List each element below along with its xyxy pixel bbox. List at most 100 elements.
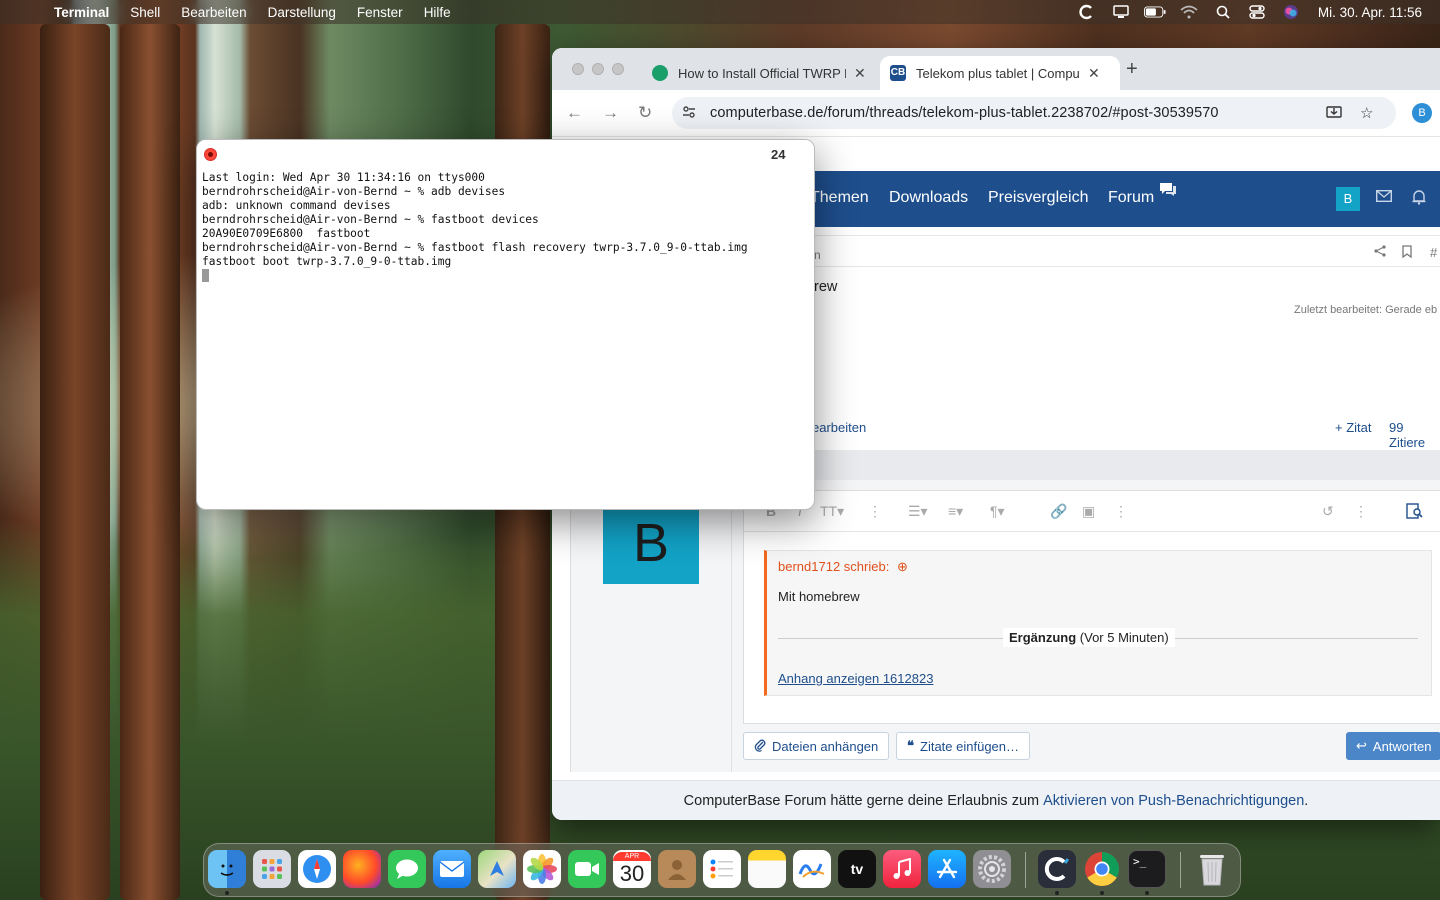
quote-author[interactable]: bernd1712 schrieb: ⊕: [778, 559, 908, 575]
facetime-icon[interactable]: [568, 850, 606, 888]
mail-app-icon[interactable]: [433, 850, 471, 888]
install-app-icon[interactable]: [1326, 104, 1342, 124]
forward-icon[interactable]: →: [602, 103, 619, 123]
attach-files-label: Dateien anhängen: [772, 738, 879, 754]
address-bar[interactable]: computerbase.de/forum/threads/telekom-pl…: [672, 97, 1396, 129]
undo-icon[interactable]: ↺: [1322, 503, 1334, 520]
profile-avatar[interactable]: B: [1412, 103, 1432, 123]
menu-bar-clock[interactable]: Mi. 30. Apr. 11:56: [1318, 5, 1422, 20]
jump-to-quote-icon[interactable]: ⊕: [897, 559, 908, 574]
photos-icon[interactable]: [523, 850, 561, 888]
notes-icon[interactable]: [748, 850, 786, 888]
system-settings-icon[interactable]: [973, 850, 1011, 888]
reply-arrow-icon: ↩: [1356, 738, 1367, 753]
menu-shell[interactable]: Shell: [130, 5, 160, 20]
nav-preisvergleich[interactable]: Preisvergleich: [988, 189, 1088, 207]
align-icon[interactable]: ≡▾: [948, 503, 963, 520]
tv-icon[interactable]: tv: [838, 850, 876, 888]
more-options-icon[interactable]: ⋮: [1354, 503, 1368, 520]
nav-forum[interactable]: Forum: [1108, 189, 1154, 207]
tab-close-icon[interactable]: ✕: [1088, 65, 1100, 82]
share-icon[interactable]: [1374, 245, 1386, 260]
battery-icon[interactable]: [1143, 4, 1166, 20]
terminal-output[interactable]: Last login: Wed Apr 30 11:34:16 on ttys0…: [202, 171, 748, 284]
bookmark-icon[interactable]: [1402, 245, 1412, 261]
spotlight-search-icon[interactable]: [1212, 4, 1234, 20]
trash-icon[interactable]: [1193, 850, 1231, 888]
edit-post-link[interactable]: earbeiten: [812, 420, 866, 435]
terminal-window[interactable]: 24 Last login: Wed Apr 30 11:34:16 on tt…: [196, 139, 815, 510]
menu-app-name[interactable]: Terminal: [54, 5, 109, 20]
terminal-icon[interactable]: >_: [1128, 850, 1166, 888]
reminders-icon[interactable]: [703, 850, 741, 888]
reply-label: Antworten: [1372, 738, 1432, 754]
wifi-icon[interactable]: [1178, 4, 1200, 20]
calendar-icon[interactable]: APR 30: [613, 850, 651, 888]
music-icon[interactable]: [883, 850, 921, 888]
control-center-icon[interactable]: [1246, 4, 1268, 20]
ccleaner-icon[interactable]: [1038, 850, 1076, 888]
menu-darstellung[interactable]: Darstellung: [268, 5, 336, 20]
menu-fenster[interactable]: Fenster: [357, 5, 403, 20]
nav-downloads[interactable]: Downloads: [889, 189, 968, 207]
firefox-icon[interactable]: [343, 850, 381, 888]
menu-bearbeiten[interactable]: Bearbeiten: [181, 5, 246, 20]
more-options-icon[interactable]: ⋮: [868, 503, 882, 520]
calendar-month: APR: [613, 851, 651, 861]
mail-icon[interactable]: [1375, 189, 1393, 205]
maps-icon[interactable]: [478, 850, 516, 888]
siri-icon[interactable]: [1280, 4, 1302, 20]
launchpad-icon[interactable]: [253, 850, 291, 888]
finder-icon[interactable]: [208, 850, 246, 888]
enable-push-link[interactable]: Aktivieren von Push-Benachrichtigungen: [1043, 793, 1304, 809]
quick-reply-block: B B I TT▾ ⋮ ☰▾ ≡▾ ¶▾ 🔗 ▣ ⋮ ↺ ⋮ bernd1712…: [570, 480, 1440, 772]
attach-files-button[interactable]: Dateien anhängen: [743, 732, 890, 760]
image-icon[interactable]: ▣: [1082, 503, 1095, 520]
text-size-icon[interactable]: TT▾: [820, 503, 844, 520]
editor-toolbar: B I TT▾ ⋮ ☰▾ ≡▾ ¶▾ 🔗 ▣ ⋮ ↺ ⋮: [744, 491, 1440, 532]
app-store-icon[interactable]: [928, 850, 966, 888]
chrome-icon[interactable]: [1083, 850, 1121, 888]
nav-themen[interactable]: Themen: [810, 189, 869, 207]
multi-quote-link[interactable]: 99 Zitiere: [1389, 420, 1440, 450]
window-minimize-button[interactable]: [592, 63, 604, 75]
safari-icon[interactable]: [298, 850, 336, 888]
browser-toolbar: ← → ↻ computerbase.de/forum/threads/tele…: [552, 90, 1440, 137]
menu-hilfe[interactable]: Hilfe: [424, 5, 451, 20]
bell-icon[interactable]: [1412, 189, 1426, 208]
post-number-icon[interactable]: #: [1430, 245, 1437, 260]
reply-button[interactable]: ↩ Antworten: [1346, 732, 1440, 760]
bookmark-star-icon[interactable]: ☆: [1360, 104, 1373, 122]
preview-icon[interactable]: [1406, 503, 1424, 522]
computerbase-favicon-icon: CB: [890, 65, 906, 81]
running-indicator: [225, 891, 229, 895]
contacts-icon[interactable]: [658, 850, 696, 888]
supplement-time: (Vor 5 Minuten): [1076, 630, 1169, 645]
link-icon[interactable]: 🔗: [1050, 503, 1067, 520]
back-icon[interactable]: ←: [566, 103, 583, 123]
terminal-line: berndrohrscheid@Air-von-Bernd ~ % adb de…: [202, 185, 506, 198]
insert-quotes-button[interactable]: ❝ Zitate einfügen…: [896, 732, 1031, 760]
attachment-link[interactable]: Anhang anzeigen 1612823: [778, 671, 933, 686]
tab-close-icon[interactable]: ✕: [854, 65, 866, 82]
tab-computerbase[interactable]: CB Telekom plus tablet | Computer ✕: [880, 56, 1120, 90]
freeform-icon[interactable]: [793, 850, 831, 888]
window-zoom-button[interactable]: [612, 63, 624, 75]
window-close-button[interactable]: [572, 63, 584, 75]
paragraph-icon[interactable]: ¶▾: [990, 503, 1005, 520]
reload-icon[interactable]: ↻: [638, 103, 652, 123]
quote-link[interactable]: + Zitat: [1335, 420, 1372, 435]
messages-icon[interactable]: [388, 850, 426, 888]
new-tab-button[interactable]: +: [1126, 58, 1138, 81]
ccleaner-status-icon[interactable]: [1076, 4, 1098, 20]
reply-editor[interactable]: B I TT▾ ⋮ ☰▾ ≡▾ ¶▾ 🔗 ▣ ⋮ ↺ ⋮ bernd1712 s…: [743, 490, 1440, 724]
tab-twrp-guide[interactable]: How to Install Official TWRP R ✕: [644, 56, 878, 90]
site-info-icon[interactable]: [682, 105, 698, 122]
terminal-close-button[interactable]: [204, 148, 217, 161]
url-text[interactable]: computerbase.de/forum/threads/telekom-pl…: [710, 105, 1219, 121]
display-status-icon[interactable]: [1110, 4, 1132, 20]
more-options-icon[interactable]: ⋮: [1114, 503, 1128, 520]
list-icon[interactable]: ☰▾: [908, 503, 928, 520]
user-avatar[interactable]: B: [1336, 187, 1360, 211]
terminal-line: Last login: Wed Apr 30 11:34:16 on ttys0…: [202, 171, 485, 184]
